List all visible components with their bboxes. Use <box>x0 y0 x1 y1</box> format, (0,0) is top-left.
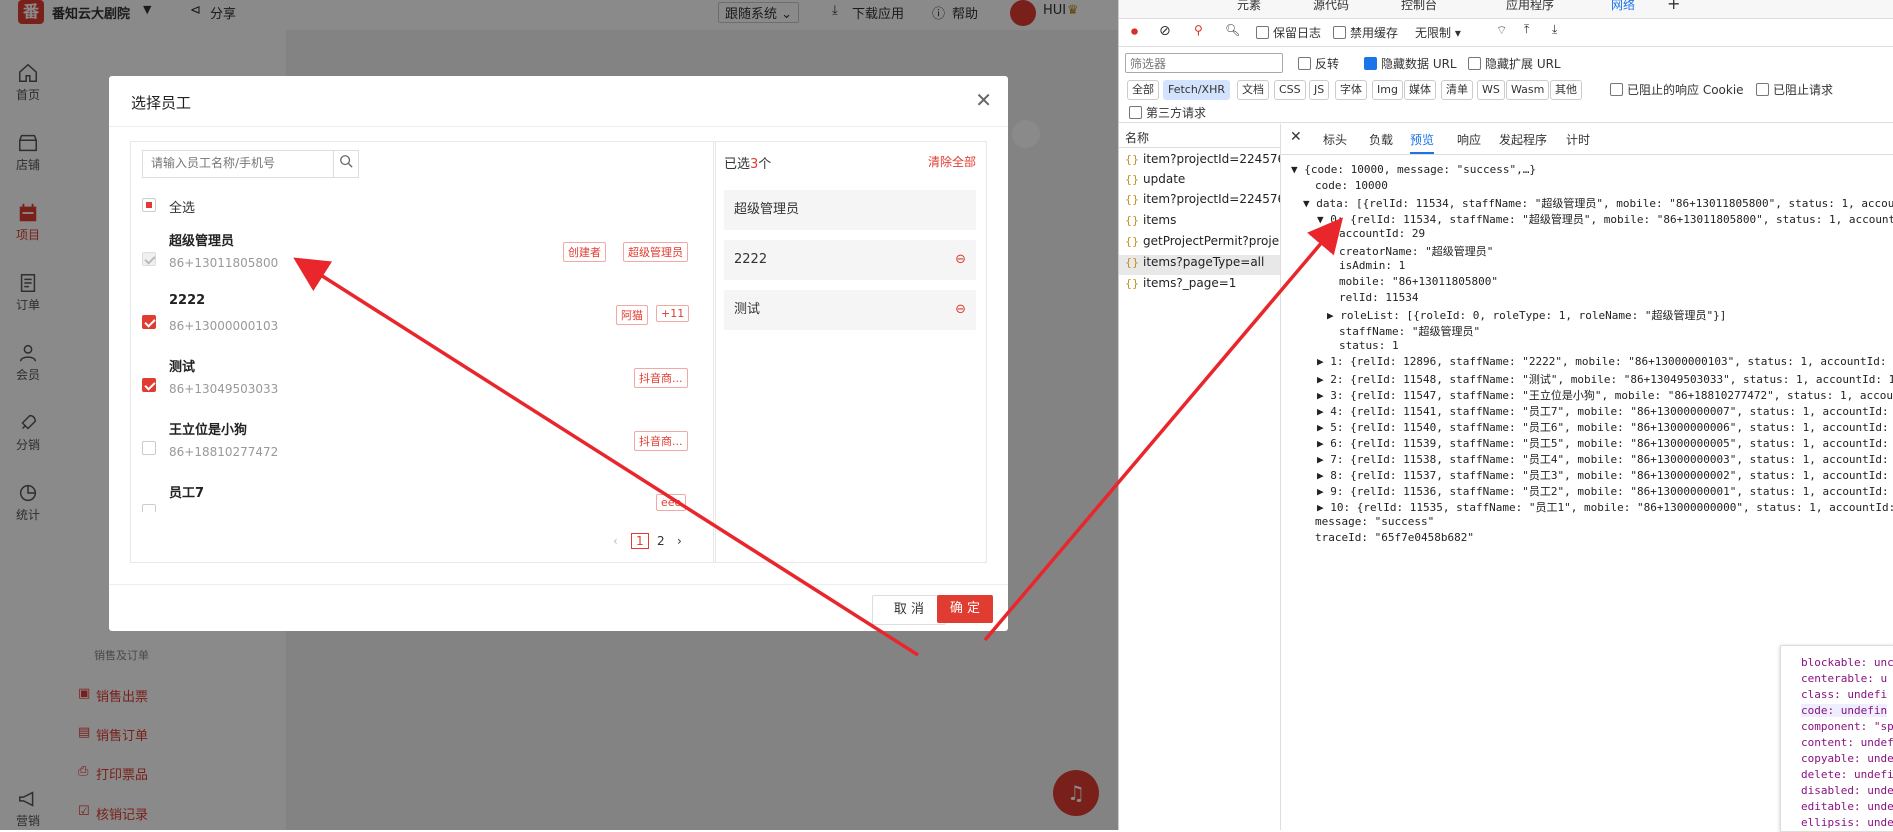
annotation-arrows <box>293 217 1344 657</box>
arrow-to-creator-item <box>293 257 919 657</box>
arrow-to-creator-field <box>983 217 1344 642</box>
